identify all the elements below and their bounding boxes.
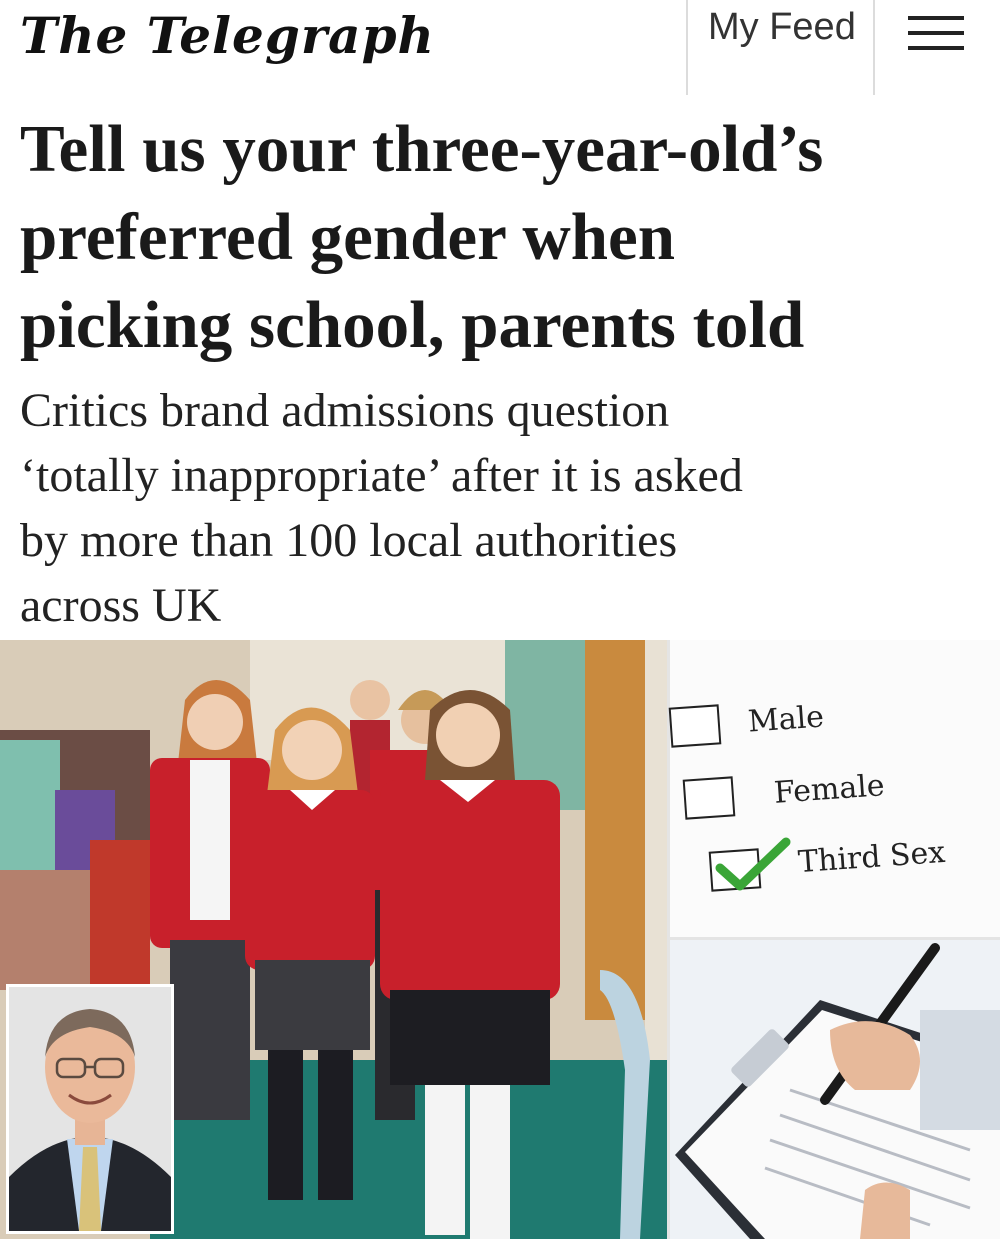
form-option-label: Female — [772, 768, 886, 811]
header-divider — [686, 0, 688, 95]
subheadline-line: across UK — [20, 579, 222, 632]
checkbox-male — [668, 704, 722, 748]
telegraph-logo[interactable]: The Telegraph — [20, 6, 435, 65]
gender-form-graphic: Male Female Third Sex — [667, 640, 1000, 940]
headline-line: picking school, parents told — [20, 288, 805, 362]
article-image[interactable]: Male Female Third Sex — [0, 640, 1000, 1239]
site-header: The Telegraph My Feed — [0, 0, 1000, 95]
subheadline-line: Critics brand admissions question — [20, 384, 670, 437]
headline-line: Tell us your three-year-old’s — [20, 112, 824, 186]
article-headline: Tell us your three-year-old’s preferred … — [20, 105, 985, 369]
clipboard-photo — [667, 940, 1000, 1239]
article-subheadline: Critics brand admissions question ‘total… — [20, 378, 980, 638]
hamburger-menu-icon[interactable] — [908, 14, 964, 52]
form-option-label: Male — [746, 699, 826, 740]
my-feed-link[interactable]: My Feed — [708, 6, 856, 49]
headline-line: preferred gender when — [20, 200, 676, 274]
subheadline-line: by more than 100 local authorities — [20, 514, 678, 567]
header-divider — [873, 0, 875, 95]
subheadline-line: ‘totally inappropriate’ after it is aske… — [20, 449, 743, 502]
checkbox-female — [682, 776, 736, 820]
checkmark-icon — [715, 837, 791, 891]
form-option-label: Third Sex — [796, 834, 947, 881]
politician-portrait — [6, 984, 174, 1234]
